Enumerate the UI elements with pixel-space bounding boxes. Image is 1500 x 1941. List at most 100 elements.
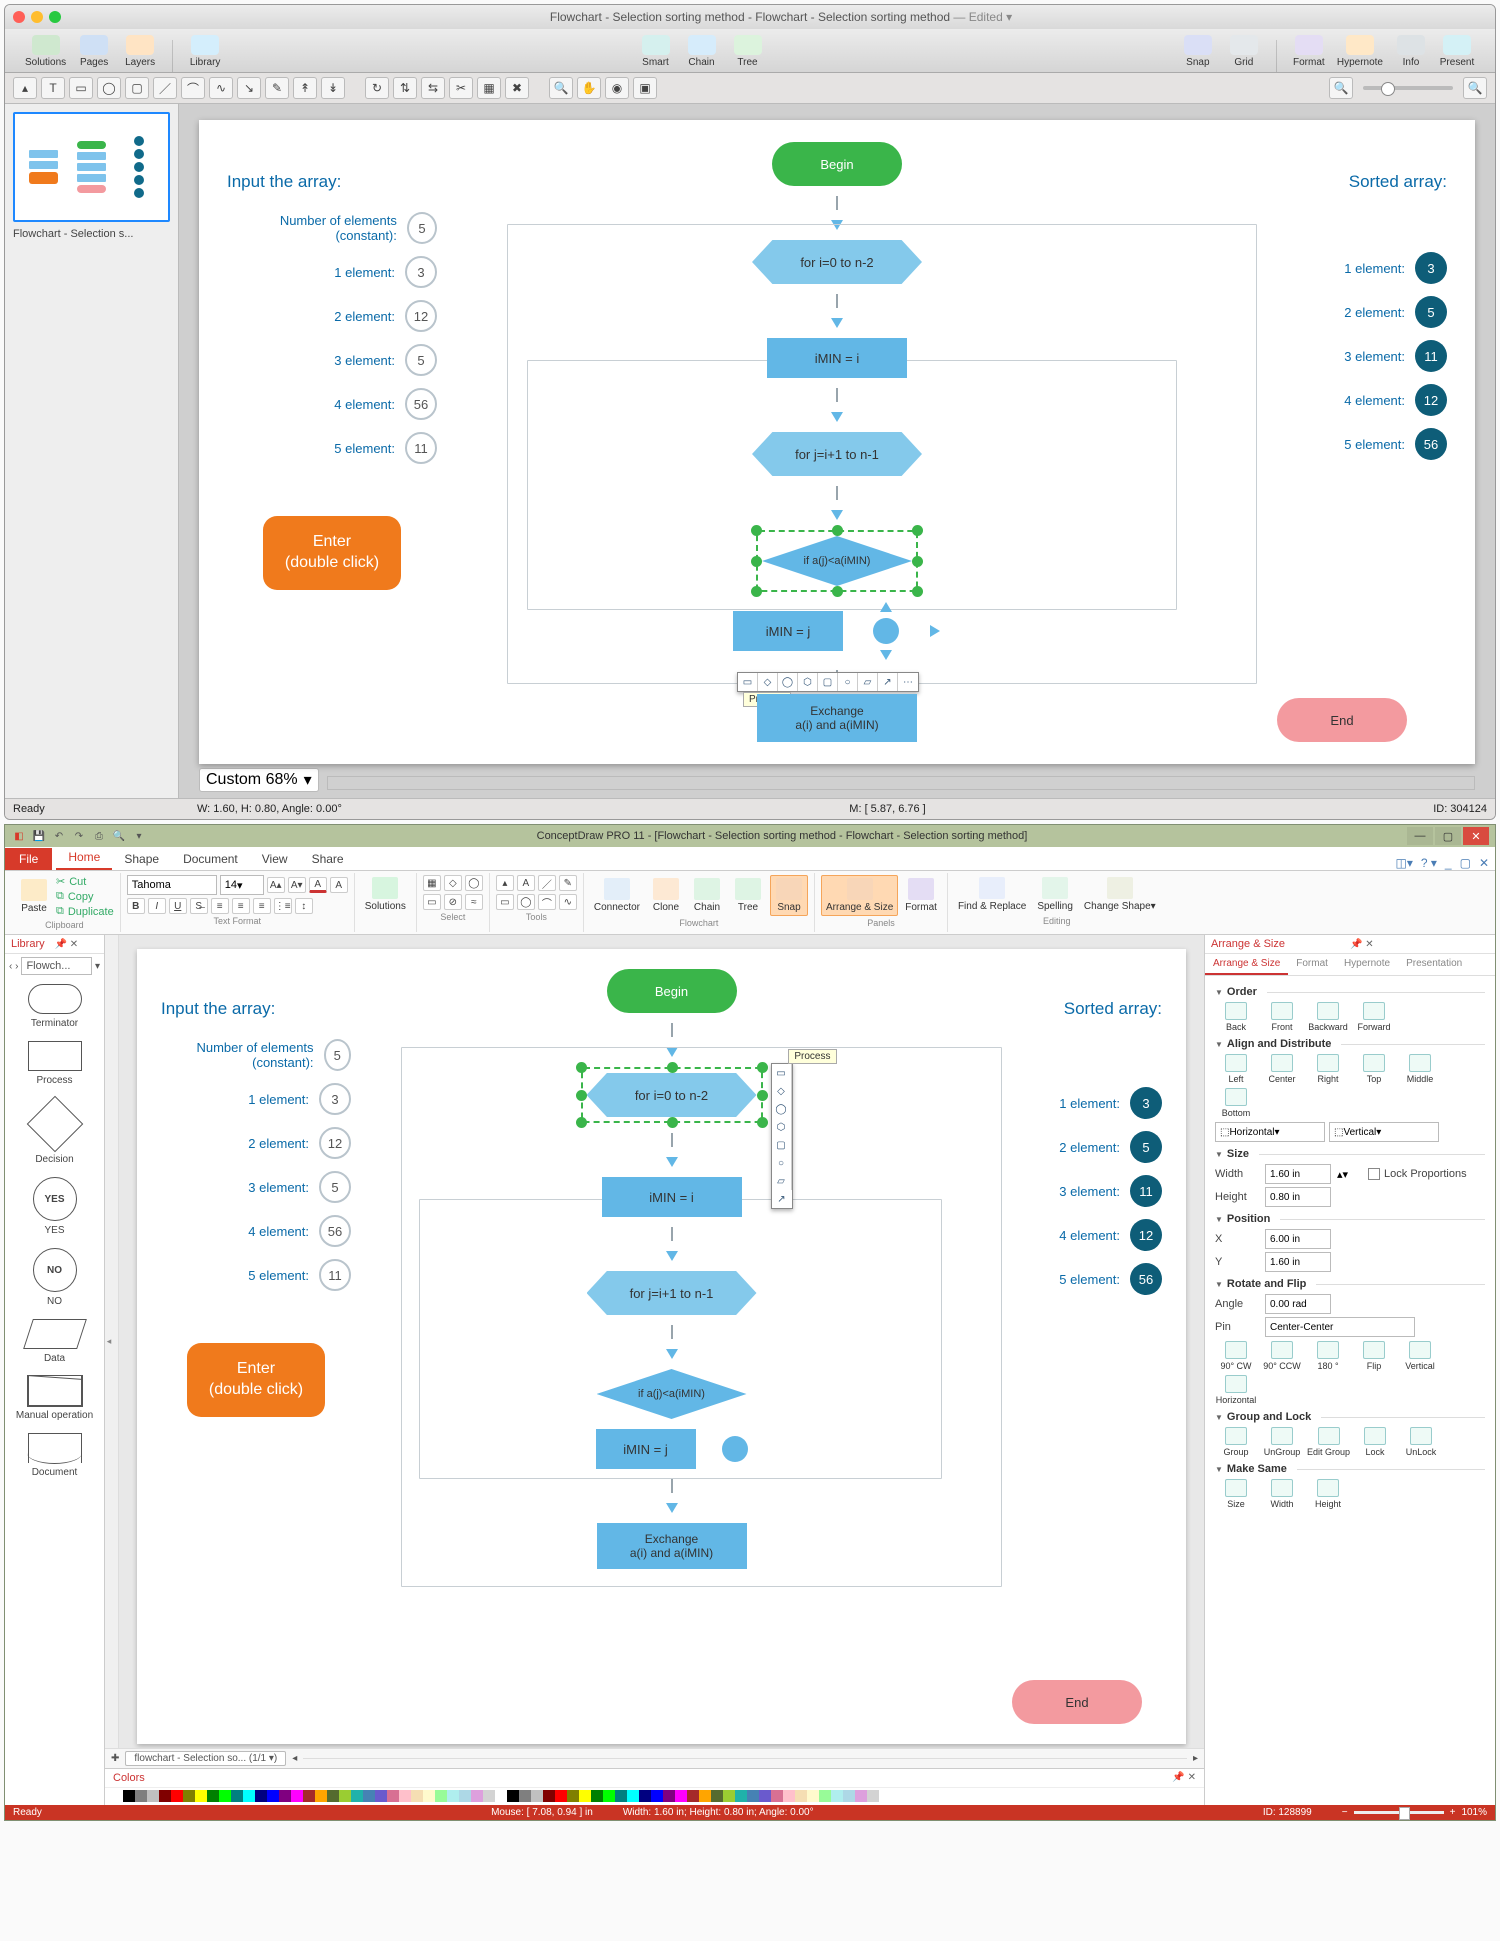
order-header[interactable]: Order [1215,986,1485,998]
sel-same[interactable]: ≈ [465,894,483,910]
close-icon[interactable] [13,11,25,23]
toolbar-smart[interactable]: Smart [634,33,678,72]
win-node-end[interactable]: End [1012,1680,1142,1724]
bold[interactable]: B [127,898,145,914]
toolbar-present[interactable]: Present [1435,33,1479,72]
input-1[interactable]: 3 [405,256,437,288]
sab-more-icon[interactable]: ⋯ [898,673,918,691]
rot-180[interactable]: 180 ° [1307,1341,1349,1371]
tool-arc[interactable]: ⌒ [181,77,205,99]
tool-ptr[interactable]: ▴ [496,875,514,891]
shrink-font[interactable]: A▾ [288,877,306,893]
wsb-ellipse-icon[interactable]: ◯ [772,1100,792,1118]
same-size[interactable]: Size [1215,1479,1257,1509]
paste-button[interactable]: Paste [15,877,53,916]
tool-arc2[interactable]: ⌒ [538,894,556,910]
font-select[interactable]: Tahoma [127,875,217,895]
page-tab[interactable]: flowchart - Selection so... (1/1 ▾) [125,1751,286,1766]
wsb-hex-icon[interactable]: ⬡ [772,1118,792,1136]
sab-terminator-icon[interactable]: ▢ [818,673,838,691]
angle-input[interactable]: 0.00 rad [1265,1294,1331,1314]
italic[interactable]: I [148,898,166,914]
win-in-4[interactable]: 56 [319,1215,351,1247]
underline[interactable]: U [169,898,187,914]
tool-connector[interactable]: ↘ [237,77,261,99]
win-in-2[interactable]: 12 [319,1127,351,1159]
win-in-1[interactable]: 3 [319,1083,351,1115]
chain-button[interactable]: Chain [688,876,726,915]
toolbar-grid[interactable]: Grid [1222,33,1266,72]
pos-header[interactable]: Position [1215,1213,1485,1225]
rot-cw[interactable]: 90° CW [1215,1341,1257,1371]
rp-tab-hypernote[interactable]: Hypernote [1336,954,1398,975]
height-input[interactable]: 0.80 in [1265,1187,1331,1207]
toolbar-hypernote[interactable]: Hypernote [1333,33,1387,72]
lib-document[interactable]: Document [28,1433,82,1478]
toolbar-format[interactable]: Format [1287,33,1331,72]
toolbar-tree[interactable]: Tree [726,33,770,72]
close-doc-icon[interactable]: ✕ [1479,856,1489,870]
tree-button[interactable]: Tree [729,876,767,915]
tool-rotate[interactable]: ↻ [365,77,389,99]
selected-node-wrap[interactable]: if a(j)<a(iMIN) [756,530,918,592]
spelling-button[interactable]: Spelling [1033,875,1077,914]
cut-button[interactable]: ✂ Cut [56,875,114,888]
rot-ccw[interactable]: 90° CCW [1261,1341,1303,1371]
font-color[interactable]: A [309,877,327,893]
align-left[interactable]: Left [1215,1054,1257,1084]
lib-terminator[interactable]: Terminator [28,984,82,1029]
node-for2[interactable]: for j=i+1 to n-1 [752,432,922,476]
grp-header[interactable]: Group and Lock [1215,1411,1485,1423]
grow-font[interactable]: A▴ [267,877,285,893]
grp-lock[interactable]: Lock [1354,1427,1396,1457]
tool-text[interactable]: T [41,77,65,99]
wsb-rect-icon[interactable]: ▭ [772,1064,792,1082]
min-ribbon-icon[interactable]: _ [1445,856,1452,870]
strike[interactable]: S̶ [190,898,208,914]
qa-redo-icon[interactable]: ↷ [71,828,87,844]
toolbar-pages[interactable]: Pages [72,33,116,72]
grp-edit[interactable]: Edit Group [1307,1427,1350,1457]
tool-stamp[interactable]: ◉ [605,77,629,99]
node-min-i[interactable]: iMIN = i [767,338,907,378]
tool-group[interactable]: ▦ [477,77,501,99]
edited-label[interactable]: — Edited ▾ [953,10,1012,24]
connector-button[interactable]: Connector [590,876,644,915]
win-smart-bar[interactable]: ▭ ◇ ◯ ⬡ ▢ ○ ▱ ↗ [771,1063,793,1209]
tab-shape[interactable]: Shape [112,848,171,870]
snap-button[interactable]: Snap [770,875,808,916]
win-node-min-i[interactable]: iMIN = i [602,1177,742,1217]
toolbar-chain[interactable]: Chain [680,33,724,72]
win-page[interactable]: Input the array: Number of elements (con… [137,949,1186,1744]
toolbar-info[interactable]: Info [1389,33,1433,72]
qa-print-icon[interactable]: ⎙ [91,828,107,844]
tool-roundrect[interactable]: ▢ [125,77,149,99]
node-for1[interactable]: for i=0 to n-2 [752,240,922,284]
rp-tab-presentation[interactable]: Presentation [1398,954,1470,975]
qa-undo-icon[interactable]: ↶ [51,828,67,844]
tool-spline[interactable]: ∿ [209,77,233,99]
restore-icon[interactable]: ▢ [1460,856,1471,870]
flip-h[interactable]: Horizontal [1215,1375,1257,1405]
lib-yes[interactable]: YESYES [33,1177,77,1236]
size-header[interactable]: Size [1215,1148,1485,1160]
tool-rct[interactable]: ▭ [496,894,514,910]
grp-ungroup[interactable]: UnGroup [1261,1427,1303,1457]
tool-zoom[interactable]: 🔍 [549,77,573,99]
toolbar-layers[interactable]: Layers [118,33,162,72]
node-condition[interactable]: if a(j)<a(iMIN) [762,536,912,586]
enter-button[interactable]: Enter (double click) [263,516,401,590]
sel-lasso[interactable]: ◯ [465,875,483,891]
align-top[interactable]: Top [1353,1054,1395,1084]
change-shape-button[interactable]: Change Shape▾ [1080,875,1160,914]
qa-search-icon[interactable]: 🔍 [111,828,127,844]
sel-none[interactable]: ⊘ [444,894,462,910]
tool-pencil[interactable]: ✎ [265,77,289,99]
rot-header[interactable]: Rotate and Flip [1215,1278,1485,1290]
align-header[interactable]: Align and Distribute [1215,1038,1485,1050]
dist-horizontal[interactable]: ⬚ Horizontal ▾ [1215,1122,1325,1142]
library-nav[interactable]: ‹ › Flowch... ▾ [5,954,104,978]
close-button[interactable]: ✕ [1463,827,1489,845]
tool-txt[interactable]: A [517,875,535,891]
tool-ell[interactable]: ◯ [517,894,535,910]
